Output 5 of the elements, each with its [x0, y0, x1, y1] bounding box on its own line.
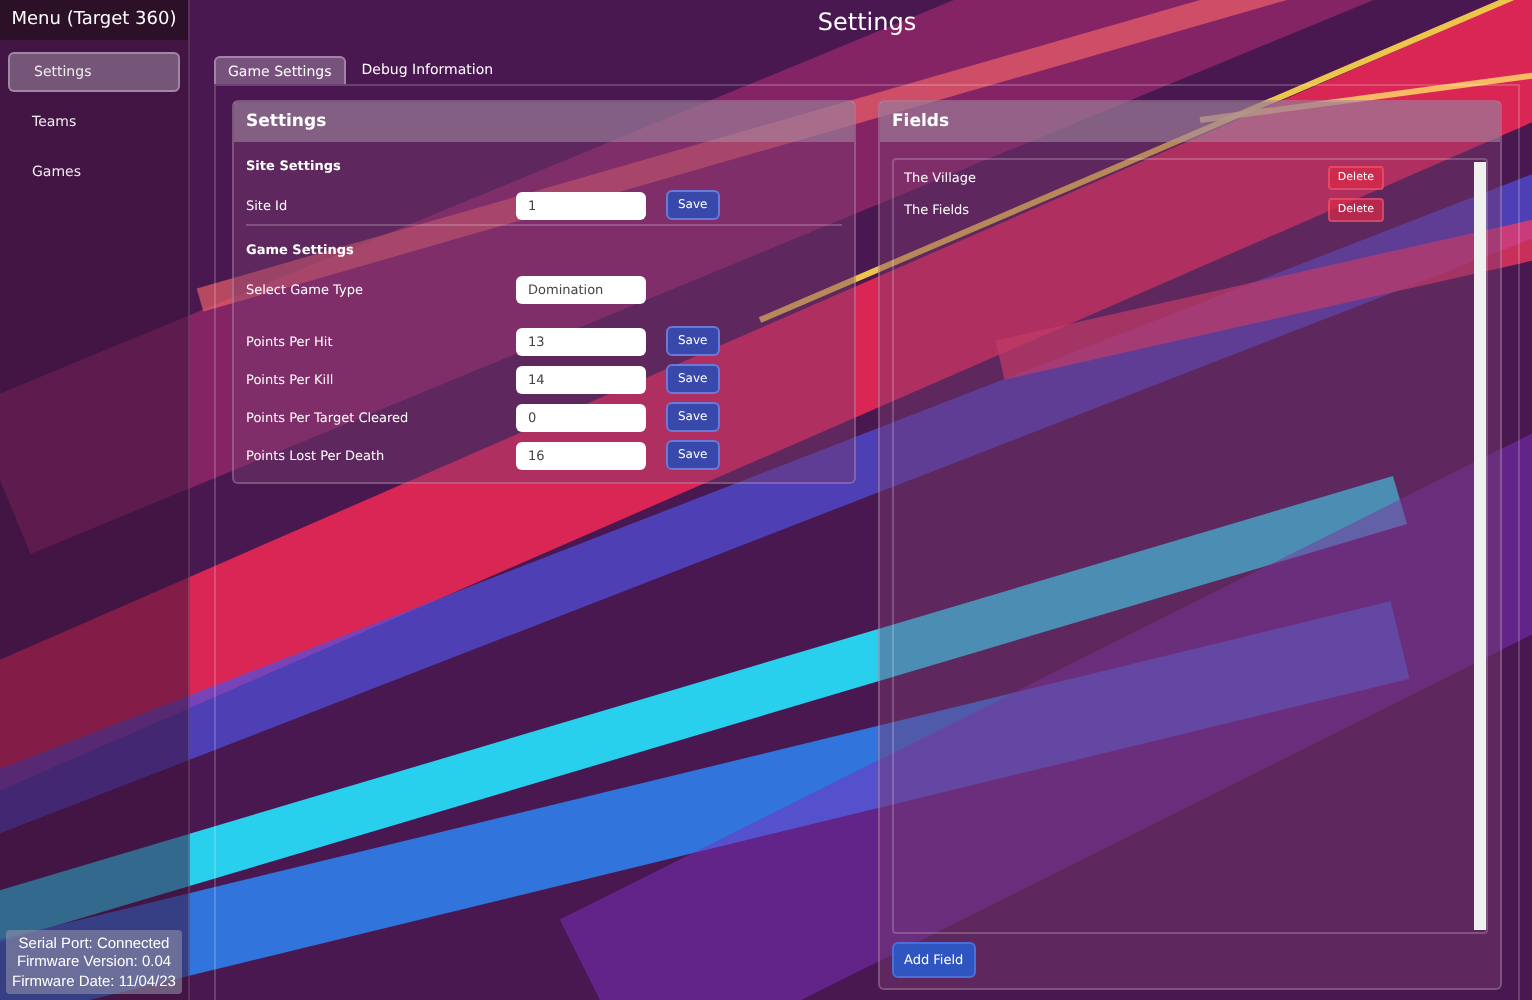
page-title: Settings [817, 8, 917, 40]
card-title: Settings [234, 102, 854, 142]
scrollbar[interactable] [1474, 162, 1486, 930]
sidebar-title: Menu (Target 360) [0, 0, 188, 40]
card-title: Fields [880, 102, 1500, 142]
